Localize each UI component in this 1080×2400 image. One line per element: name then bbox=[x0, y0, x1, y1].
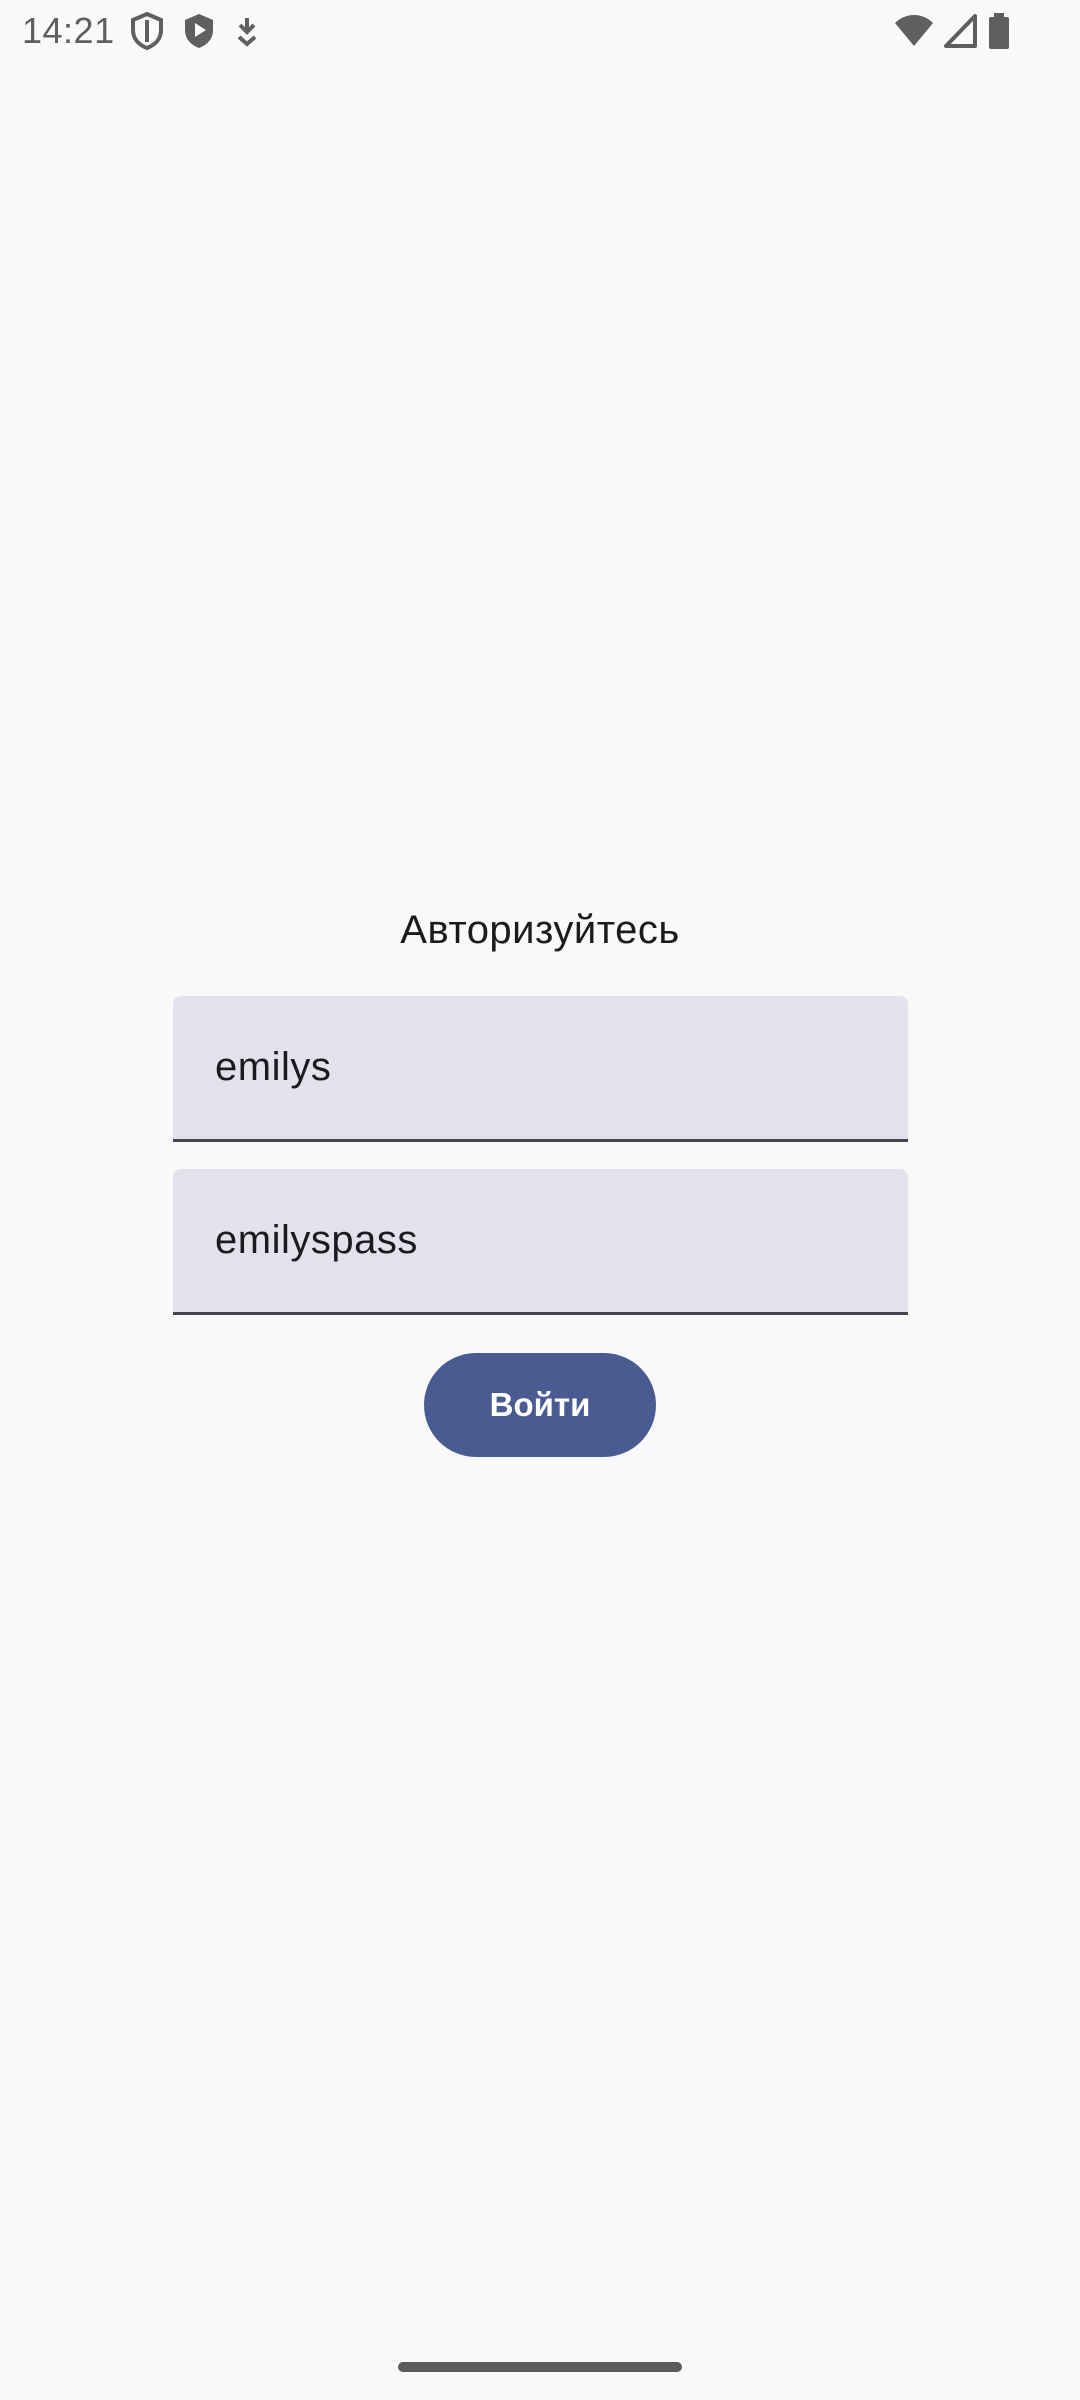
username-field[interactable] bbox=[173, 996, 908, 1142]
gesture-nav-handle[interactable] bbox=[398, 2362, 682, 2372]
password-field[interactable] bbox=[173, 1169, 908, 1315]
cellular-signal-icon bbox=[944, 14, 978, 48]
login-title: Авторизуйтесь bbox=[400, 908, 680, 952]
login-button[interactable]: Войти bbox=[424, 1353, 656, 1457]
shield-outline-icon bbox=[130, 12, 164, 50]
download-arrow-icon bbox=[234, 15, 260, 47]
password-input[interactable] bbox=[215, 1169, 865, 1312]
shield-play-icon bbox=[182, 12, 216, 50]
battery-icon bbox=[988, 12, 1010, 50]
login-screen: 14:21 Авторизуйтесь emilys emilyspass Во… bbox=[0, 0, 1080, 2400]
status-left-icons bbox=[130, 12, 260, 50]
wifi-icon bbox=[894, 14, 934, 48]
status-time: 14:21 bbox=[22, 10, 115, 51]
username-input[interactable] bbox=[215, 996, 865, 1139]
status-right-icons bbox=[894, 12, 1010, 50]
status-bar: 14:21 bbox=[0, 0, 1080, 62]
